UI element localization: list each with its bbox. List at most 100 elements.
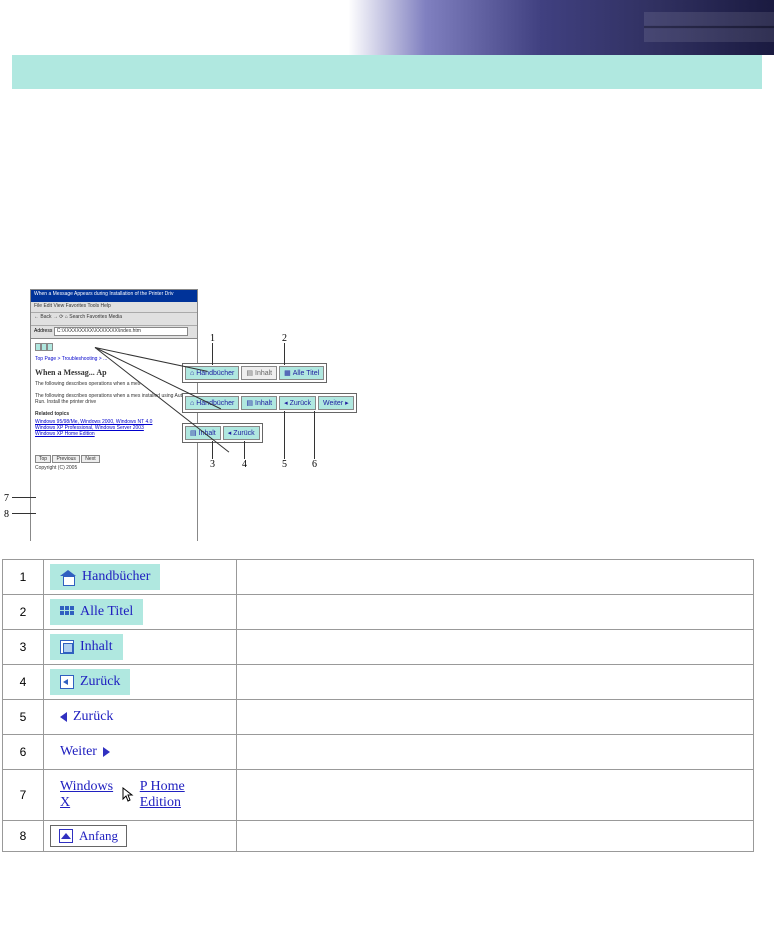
lead-line <box>284 343 285 365</box>
callout-contents-2: ▤ Inhalt <box>241 396 277 410</box>
mock-menu-bar: File Edit View Favorites Tools Help <box>31 302 197 313</box>
address-value: C:\XXXXXXXXX\XXXXXXX\index.htm <box>54 327 188 336</box>
callout-number-6: 6 <box>312 459 317 470</box>
previous-button[interactable]: Zurück <box>50 704 123 730</box>
button-label: Weiter <box>60 744 97 760</box>
callout-number-7: 7 <box>4 493 9 504</box>
manuals-button[interactable]: Handbücher <box>50 564 160 590</box>
header-gradient <box>0 0 774 55</box>
callout-back-3: ◂ Zurück <box>223 426 260 440</box>
table-row: 7 Windows X P Home Edition <box>3 770 754 821</box>
mock-body: Top Page > Troubleshooting > ... When a … <box>31 339 197 555</box>
row-description <box>237 560 754 595</box>
lead-line <box>314 411 315 459</box>
top-button[interactable]: Anfang <box>50 825 127 847</box>
table-row: 4 Zurück <box>3 665 754 700</box>
mock-foot-prev: Previous <box>52 455 79 463</box>
button-label: Anfang <box>79 828 118 844</box>
table-row: 5 Zurück <box>3 700 754 735</box>
lead-line <box>284 411 285 459</box>
page-icon <box>60 640 74 654</box>
row-number: 8 <box>3 821 44 852</box>
next-button[interactable]: Weiter <box>50 739 120 765</box>
mock-foot-top: Top <box>35 455 51 463</box>
back-button[interactable]: Zurück <box>50 669 130 695</box>
topic-link[interactable]: Windows X P Home Edition <box>50 774 230 816</box>
cursor-icon <box>122 787 134 803</box>
button-label: Handbücher <box>82 569 150 585</box>
row-button-cell: Handbücher <box>44 560 237 595</box>
back-icon <box>60 675 74 689</box>
lead-line <box>244 441 245 459</box>
button-label: Zurück <box>73 709 113 725</box>
row-description <box>237 665 754 700</box>
table-row: 6 Weiter <box>3 735 754 770</box>
lead-line <box>212 343 213 365</box>
lead-line <box>12 513 36 514</box>
callout-number-4: 4 <box>242 459 247 470</box>
contents-button[interactable]: Inhalt <box>50 634 123 660</box>
browser-diagram: When a Message Appears during Installati… <box>0 289 360 539</box>
row-number: 7 <box>3 770 44 821</box>
callout-next-2: Weiter ▸ <box>318 396 354 410</box>
mock-link-3: Windows XP Home Edition <box>35 431 193 437</box>
link-label-part1: Windows X <box>60 779 120 811</box>
button-label: Inhalt <box>80 639 113 655</box>
callout-contents-gray: ▤ Inhalt <box>241 366 277 380</box>
row-number: 1 <box>3 560 44 595</box>
mock-line2: The following describes operations when … <box>35 393 193 405</box>
table-row: 2 Alle Titel <box>3 595 754 630</box>
row-button-cell: Inhalt <box>44 630 237 665</box>
diagram-container: When a Message Appears during Installati… <box>0 289 774 539</box>
row-description <box>237 700 754 735</box>
mock-footer-buttons: Top Previous Next <box>35 455 193 463</box>
row-description <box>237 630 754 665</box>
button-label: Alle Titel <box>80 604 133 620</box>
row-button-cell: Anfang <box>44 821 237 852</box>
all-titles-button[interactable]: Alle Titel <box>50 599 143 625</box>
callout-all-titles-1: ▦ Alle Titel <box>279 366 324 380</box>
button-label: Zurück <box>80 674 120 690</box>
mock-toolbar: ← Back → ⟳ ⌂ Search Favorites Media <box>31 313 197 326</box>
row-button-cell: Alle Titel <box>44 595 237 630</box>
row-button-cell: Weiter <box>44 735 237 770</box>
table-row: 1 Handbücher <box>3 560 754 595</box>
mock-heading: When a Messag... Ap <box>35 368 193 377</box>
row-description <box>237 735 754 770</box>
mock-address-bar: Address C:\XXXXXXXXX\XXXXXXX\index.htm <box>31 326 197 339</box>
row-description <box>237 821 754 852</box>
row-number: 4 <box>3 665 44 700</box>
lead-line <box>12 497 36 498</box>
mock-links: Windows 95/98/Me, Windows 2000, Windows … <box>35 419 193 437</box>
callout-number-8: 8 <box>4 509 9 520</box>
row-button-cell: Zurück <box>44 700 237 735</box>
mock-title-bar: When a Message Appears during Installati… <box>31 290 197 302</box>
row-number: 2 <box>3 595 44 630</box>
address-label: Address <box>34 328 52 334</box>
legend-table: 1 Handbücher 2 Alle Titel 3Inhalt4 Zurück 5 Zur… <box>2 559 754 852</box>
callout-manuals-2: ⌂ Handbücher <box>185 396 239 410</box>
callout-row-1: ⌂ Handbücher ▤ Inhalt ▦ Alle Titel <box>182 363 327 383</box>
triangle-up-icon <box>59 829 73 843</box>
row-number: 5 <box>3 700 44 735</box>
callout-number-5: 5 <box>282 459 287 470</box>
row-description <box>237 595 754 630</box>
row-description <box>237 770 754 821</box>
mock-copyright: Copyright (C) 2005 <box>35 465 193 471</box>
mock-related-heading: Related topics <box>35 411 193 417</box>
triangle-right-icon <box>103 747 110 757</box>
triangle-left-icon <box>60 712 67 722</box>
grid-icon <box>60 606 74 618</box>
table-row: 3Inhalt <box>3 630 754 665</box>
row-button-cell: Zurück <box>44 665 237 700</box>
link-label-part2: P Home Edition <box>140 779 220 811</box>
lead-line <box>212 441 213 459</box>
callout-number-3: 3 <box>210 459 215 470</box>
row-button-cell: Windows X P Home Edition <box>44 770 237 821</box>
house-icon <box>60 570 76 584</box>
table-row: 8 Anfang <box>3 821 754 852</box>
mock-foot-next: Next <box>81 455 99 463</box>
row-number: 6 <box>3 735 44 770</box>
sub-header-band <box>12 55 762 89</box>
callout-back-2: ◂ Zurück <box>279 396 316 410</box>
